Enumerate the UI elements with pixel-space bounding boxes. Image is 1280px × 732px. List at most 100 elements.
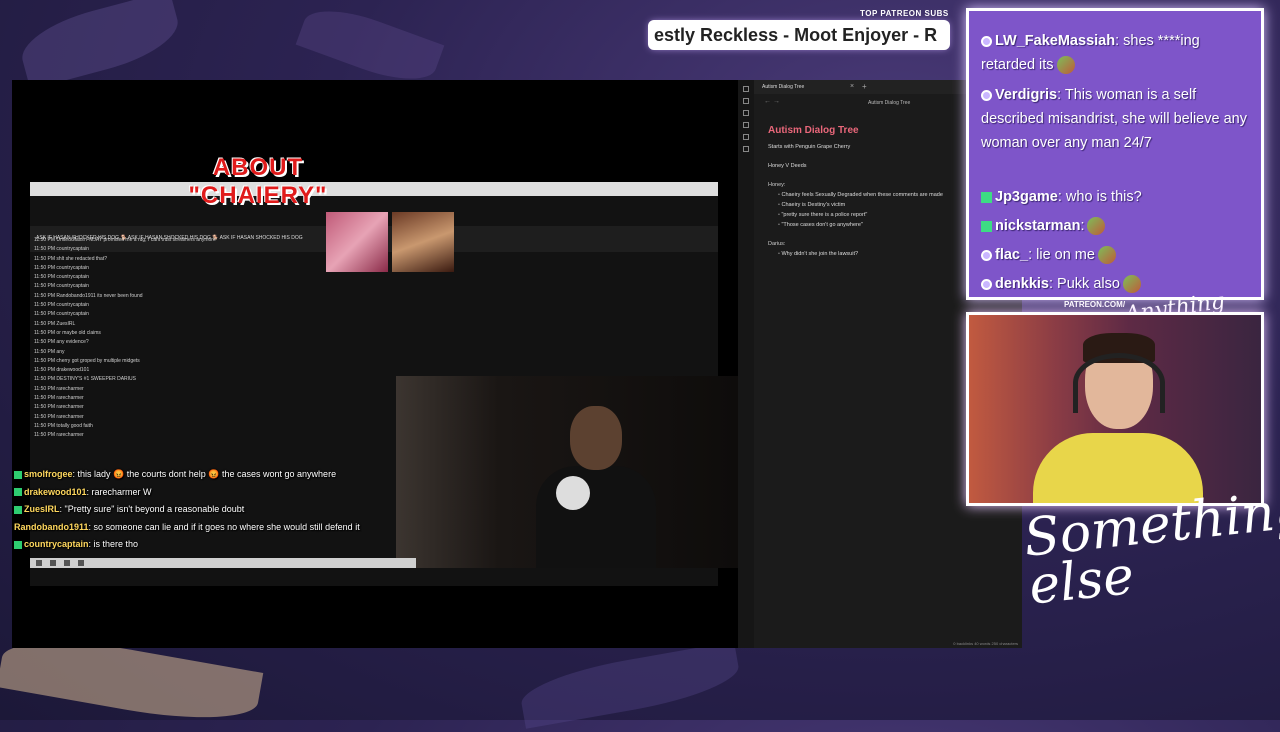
- search-icon[interactable]: [743, 98, 749, 104]
- twitch-icon: [981, 89, 992, 101]
- tab-autism-dialog-tree[interactable]: Autism Dialog Tree: [762, 84, 804, 90]
- chat-line: 11:50 PM UnitedGlassi FMJAY promised me …: [34, 237, 216, 243]
- settings-icon[interactable]: [743, 146, 749, 152]
- patreon-ticker: estly Reckless - Moot Enjoyer - R: [650, 22, 948, 48]
- stream-capture: ASK IF HASAN SHOCKED HIS DOG 🐕 ASK IF HA…: [12, 80, 738, 648]
- chat-text: : Pukk also: [1049, 276, 1120, 292]
- badge-icon: [14, 470, 22, 479]
- overlay-chat-message: ZuesIRL: "Pretty sure" isn't beyond a re…: [12, 501, 412, 519]
- chat-line: 11:50 PM countrycaptain: [34, 264, 89, 271]
- patreon-url: PATREON.COM/: [1064, 300, 1126, 309]
- chat-line: 11:50 PM any evidence?: [34, 339, 89, 346]
- inner-chat-log: 11:50 PM UnitedGlassi FMJAY promised me …: [34, 236, 454, 441]
- chat-line: 11:50 PM DESTINY'S #1 SWEEPER DARIUS: [34, 376, 137, 383]
- close-icon[interactable]: ×: [850, 83, 854, 90]
- chat-line: 11:50 PM or maybe old claims: [34, 329, 101, 336]
- chat-line: 11:50 PM countrycaptain: [34, 283, 89, 290]
- notes-sidebar: [738, 80, 754, 648]
- chat-text: :: [1080, 218, 1085, 234]
- chat-line: 11:50 PM any: [34, 348, 65, 355]
- chat-text: : lie on me: [1028, 247, 1095, 263]
- bookmark-icon[interactable]: [743, 110, 749, 116]
- emote-icon: [1122, 275, 1141, 294]
- guest-webcam: [396, 376, 738, 568]
- chat-line: 11:50 PM totally good faith: [34, 422, 93, 429]
- chat-username: denkkis: [995, 276, 1049, 292]
- badge-icon: [14, 540, 22, 549]
- browser-tab-strip: [30, 182, 724, 196]
- badge-icon: [14, 505, 22, 514]
- chat-username: countrycaptain: [24, 539, 89, 549]
- twitch-icon: [981, 35, 992, 47]
- nav-arrows-icon[interactable]: ← →: [764, 98, 780, 105]
- graph-icon[interactable]: [743, 122, 749, 128]
- files-icon[interactable]: [743, 86, 749, 92]
- ticker-text: estly Reckless - Moot Enjoyer - R: [654, 25, 938, 45]
- chat-line: 11:50 PM ZuesIRL: [34, 320, 76, 327]
- emote-icon: [1056, 56, 1075, 75]
- k-badge-icon: [981, 220, 992, 232]
- chat-text: : "Pretty sure" isn't beyond a reasonabl…: [59, 504, 245, 514]
- chat-line: 11:50 PM countrycaptain: [34, 302, 89, 309]
- chat-message: Verdigris: This woman is a self describe…: [981, 83, 1255, 155]
- chat-line: 11:50 PM rarecharmer: [34, 404, 84, 411]
- chat-username: drakewood101: [24, 486, 87, 497]
- chat-line: 11:50 PM cherry got groped by multiple m…: [34, 357, 140, 364]
- chat-line: 11:50 PM countrycaptain: [34, 274, 89, 281]
- streamer-webcam: [966, 312, 1264, 506]
- chat-line: 11:50 PM countrycaptain: [34, 311, 89, 318]
- chat-line: 11:50 PM shlt she redacted that?: [34, 255, 108, 262]
- top-patreon-label: TOP PATREON SUBS: [860, 9, 949, 18]
- twitch-icon: [981, 278, 992, 290]
- chat-line: 11:50 PM rarecharmer: [34, 413, 84, 420]
- start-icon[interactable]: [36, 560, 42, 566]
- status-bar: 0 backlinks 40 words 250 characters: [953, 641, 1018, 646]
- overlay-chat-message: smolfrogee: this lady 😡 the courts dont …: [12, 466, 412, 484]
- stream-chat-box: LW_FakeMassiah: shes ****ing retarded it…: [966, 8, 1264, 300]
- chat-line: 11:50 PM rarecharmer: [34, 385, 84, 392]
- background-leaf: [14, 0, 186, 90]
- overlay-chat-message: Randobando1911: so someone can lie and i…: [12, 519, 412, 537]
- chat-line: 11:50 PM drakewood101: [34, 367, 90, 374]
- about-title: ABOUT "CHAIERY": [188, 154, 328, 209]
- calendar-icon[interactable]: [743, 134, 749, 140]
- chat-text: : who is this?: [1057, 189, 1142, 205]
- overlay-chat: smolfrogee: this lady 😡 the courts dont …: [12, 466, 412, 554]
- headset-icon: [1073, 353, 1165, 413]
- emote-icon: [1097, 246, 1116, 265]
- overlay-chat-message: drakewood101: rarecharmer W: [12, 484, 412, 502]
- chat-text: : so someone can lie and if it goes no w…: [88, 521, 360, 532]
- chat-text: : this lady 😡 the courts dont help 😡 the…: [72, 469, 337, 479]
- chat-username: smolfrogee: [24, 469, 73, 479]
- chat-line: 11:50 PM rarecharmer: [34, 432, 84, 439]
- chat-text: : is there tho: [88, 539, 139, 549]
- something-else-logo: Something else: [1021, 479, 1280, 617]
- chat-message: LW_FakeMassiah: shes ****ing retarded it…: [981, 29, 1255, 77]
- twitch-icon: [981, 249, 992, 261]
- chat-message: flac_: lie on me: [981, 243, 1255, 267]
- emote-icon: [1087, 217, 1106, 236]
- chat-username: flac_: [995, 247, 1029, 263]
- overlay-chat-message: countrycaptain: is there tho: [12, 536, 412, 554]
- windows-taskbar: [30, 558, 416, 568]
- chat-username: LW_FakeMassiah: [995, 33, 1116, 49]
- chat-username: Verdigris: [995, 87, 1058, 103]
- background-leaf: [295, 0, 445, 93]
- guest-person: [536, 406, 656, 568]
- chat-username: Randobando1911: [14, 521, 89, 532]
- chat-username: Jp3game: [995, 189, 1058, 205]
- chat-text: : rarecharmer W: [86, 486, 152, 497]
- new-tab-icon[interactable]: +: [862, 82, 867, 91]
- breadcrumb: Autism Dialog Tree: [868, 100, 911, 106]
- chat-username: ZuesIRL: [24, 504, 60, 514]
- chat-username: nickstarman: [995, 218, 1081, 234]
- badge-icon: [14, 488, 22, 497]
- chat-line: 11:50 PM Randobando1911 its never been f…: [34, 292, 143, 299]
- taskbar-icon[interactable]: [78, 560, 84, 566]
- taskbar-icon[interactable]: [50, 560, 56, 566]
- chat-message: Jp3game: who is this?: [981, 185, 1255, 209]
- k-badge-icon: [981, 191, 992, 203]
- taskbar-icon[interactable]: [64, 560, 70, 566]
- chat-message: nickstarman:: [981, 214, 1255, 238]
- chat-line: 11:50 PM rarecharmer: [34, 395, 84, 402]
